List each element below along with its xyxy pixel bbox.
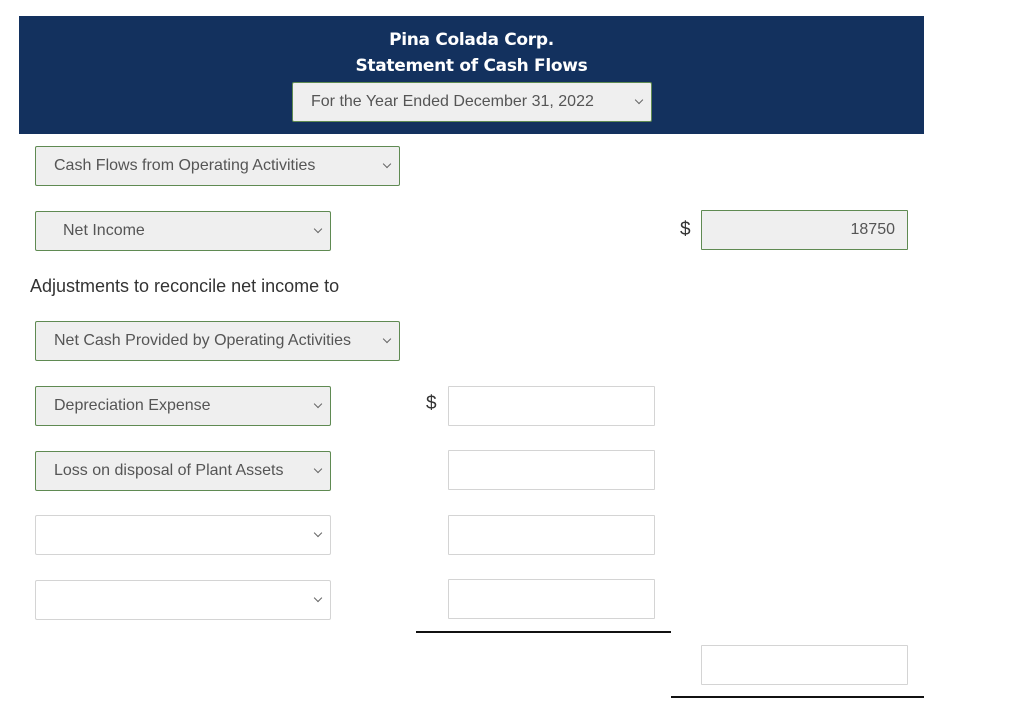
adjustment-amount-input-4[interactable] [448, 579, 655, 619]
statement-header: Pina Colada Corp. Statement of Cash Flow… [19, 16, 924, 134]
chevron-down-icon [314, 531, 322, 539]
net-income-select[interactable]: Net Income [35, 211, 331, 251]
adjustment-amount-input-3[interactable] [448, 515, 655, 555]
chevron-down-icon [314, 467, 322, 475]
chevron-down-icon [314, 402, 322, 410]
total-rule [671, 696, 924, 698]
section-select-value: Cash Flows from Operating Activities [54, 157, 316, 174]
adjustment-select-value: Depreciation Expense [54, 397, 211, 414]
chevron-down-icon [383, 162, 391, 170]
subtotal-rule [416, 631, 671, 633]
total-amount-input[interactable] [701, 645, 908, 685]
adjustment-select-1[interactable]: Depreciation Expense [35, 386, 331, 426]
period-select-value: For the Year Ended December 31, 2022 [311, 93, 594, 110]
period-select[interactable]: For the Year Ended December 31, 2022 [292, 82, 652, 122]
net-income-amount-input[interactable]: 18750 [701, 210, 908, 250]
adjustment-select-4[interactable] [35, 580, 331, 620]
adjustment-select-3[interactable] [35, 515, 331, 555]
company-name: Pina Colada Corp. [389, 30, 554, 50]
adjustment-select-value: Loss on disposal of Plant Assets [54, 462, 284, 479]
chevron-down-icon [314, 227, 322, 235]
adjustment-amount-input-2[interactable] [448, 450, 655, 490]
adjustments-label: Adjustments to reconcile net income to [30, 276, 340, 296]
chevron-down-icon [635, 98, 643, 106]
adjustment-amount-input-1[interactable] [448, 386, 655, 426]
section-select[interactable]: Cash Flows from Operating Activities [35, 146, 400, 186]
adjustments-select[interactable]: Net Cash Provided by Operating Activitie… [35, 321, 400, 361]
statement-title: Statement of Cash Flows [355, 56, 588, 76]
adjustment-select-2[interactable]: Loss on disposal of Plant Assets [35, 451, 331, 491]
adjustments-select-value: Net Cash Provided by Operating Activitie… [54, 332, 352, 349]
currency-symbol: $ [426, 393, 437, 414]
currency-symbol: $ [680, 219, 691, 240]
chevron-down-icon [383, 337, 391, 345]
chevron-down-icon [314, 596, 322, 604]
net-income-select-value: Net Income [63, 222, 145, 239]
